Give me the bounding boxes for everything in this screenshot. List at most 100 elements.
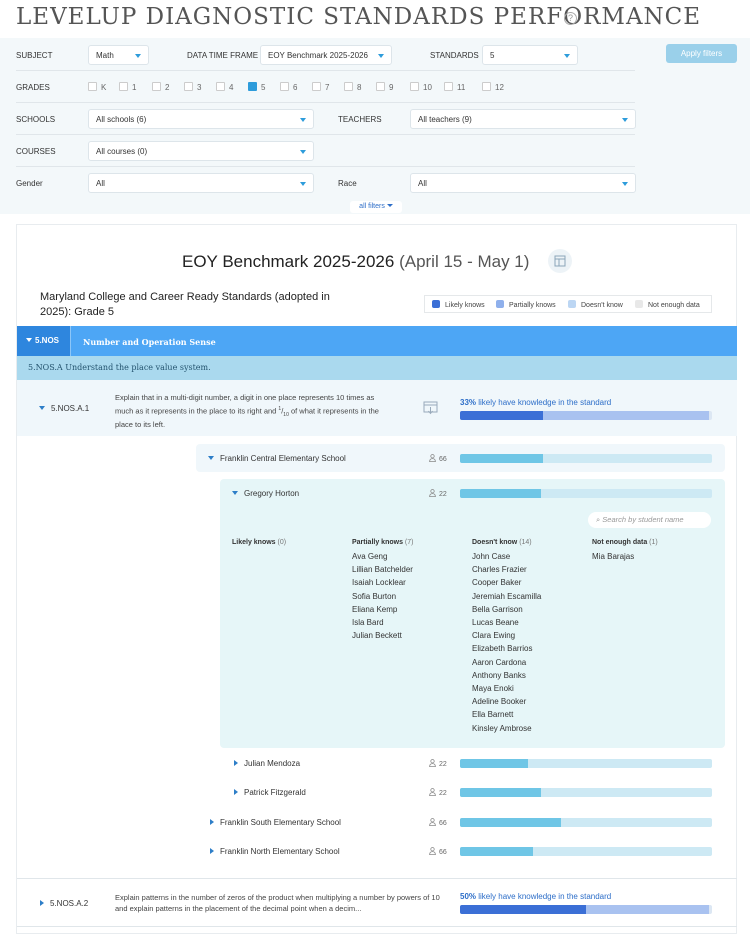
school-bar-fill — [460, 454, 544, 463]
student-name[interactable]: Cooper Baker — [472, 576, 541, 589]
chevron-right-icon — [40, 900, 44, 906]
student-name[interactable]: Jeremiah Escamilla — [472, 590, 541, 603]
checkbox-icon[interactable] — [344, 82, 353, 91]
schools-select[interactable]: All schools (6) — [88, 109, 314, 129]
student-search-input[interactable]: ⌕ Search by student name — [588, 512, 711, 528]
student-name[interactable]: Adeline Booker — [472, 695, 541, 708]
standard-code[interactable]: 5.NOS.A.1 — [39, 404, 89, 413]
likely-segment — [460, 411, 544, 420]
student-name[interactable]: Ava Geng — [352, 550, 413, 563]
teacher-bar-fill — [460, 489, 541, 498]
export-button[interactable] — [548, 249, 572, 273]
grade-checkbox-8[interactable]: 8 — [344, 82, 361, 92]
standard-description: Explain patterns in the number of zeros … — [115, 893, 440, 913]
teachers-select[interactable]: All teachers (9) — [410, 109, 636, 129]
divider — [16, 70, 635, 71]
grade-checkbox-9[interactable]: 9 — [376, 82, 393, 92]
student-count: 66 — [429, 454, 447, 463]
checkbox-icon[interactable] — [280, 82, 289, 91]
teacher-name[interactable]: Julian Mendoza — [234, 759, 300, 768]
student-name[interactable]: Elizabeth Barrios — [472, 642, 541, 655]
grade-checkbox-11[interactable]: 11 — [444, 82, 465, 92]
student-name[interactable]: Eliana Kemp — [352, 603, 413, 616]
teacher-name[interactable]: Gregory Horton — [232, 489, 299, 498]
help-icon[interactable]: ? — [564, 12, 577, 25]
domain-code[interactable]: 5.NOS — [17, 326, 71, 356]
standards-select[interactable]: 5 — [482, 45, 578, 65]
page-title: LEVELUP DIAGNOSTIC STANDARDS PERFORMANCE — [16, 4, 702, 30]
checkbox-icon[interactable] — [376, 82, 385, 91]
grade-checkbox-k[interactable]: K — [88, 82, 106, 92]
person-icon — [429, 847, 436, 855]
all-filters-toggle[interactable]: all filters — [350, 201, 402, 213]
checkbox-icon[interactable] — [444, 82, 453, 91]
school-name[interactable]: Franklin South Elementary School — [210, 818, 341, 827]
divider — [17, 878, 737, 879]
student-name[interactable]: Lucas Beane — [472, 616, 541, 629]
student-name[interactable]: Aaron Cardona — [472, 656, 541, 669]
grade-checkbox-12[interactable]: 12 — [482, 82, 504, 92]
download-table-icon[interactable] — [423, 401, 439, 415]
chevron-right-icon — [234, 760, 238, 766]
grade-label: 12 — [495, 83, 504, 92]
grade-label: 8 — [357, 83, 362, 92]
gender-select[interactable]: All — [88, 173, 314, 193]
grade-checkbox-7[interactable]: 7 — [312, 82, 329, 92]
race-select[interactable]: All — [410, 173, 636, 193]
standard-description: Explain that in a multi-digit number, a … — [115, 393, 379, 429]
student-name[interactable]: John Case — [472, 550, 541, 563]
domain-name: Number and Operation Sense — [83, 337, 216, 347]
student-name[interactable]: Kinsley Ambrose — [472, 722, 541, 735]
chevron-down-icon — [622, 118, 628, 122]
checkbox-icon[interactable] — [482, 82, 491, 91]
standard-code[interactable]: 5.NOS.A.2 — [40, 899, 88, 908]
person-icon — [429, 818, 436, 826]
student-count: 22 — [429, 759, 447, 768]
schools-label: SCHOOLS — [16, 115, 56, 124]
subject-select[interactable]: Math — [88, 45, 149, 65]
student-name[interactable]: Isaiah Locklear — [352, 576, 413, 589]
chevron-down-icon — [208, 456, 214, 460]
grade-checkbox-1[interactable]: 1 — [119, 82, 136, 92]
checkbox-icon[interactable] — [152, 82, 161, 91]
student-name[interactable]: Julian Beckett — [352, 629, 413, 642]
student-name[interactable]: Sofia Burton — [352, 590, 413, 603]
school-bar-fill — [460, 847, 534, 856]
apply-filters-button[interactable]: Apply filters — [666, 44, 737, 63]
teacher-name[interactable]: Patrick Fitzgerald — [234, 788, 306, 797]
student-name[interactable]: Isla Bard — [352, 616, 413, 629]
student-name[interactable]: Anthony Banks — [472, 669, 541, 682]
grade-checkbox-3[interactable]: 3 — [184, 82, 201, 92]
checkbox-icon[interactable] — [88, 82, 97, 91]
standard-bar-fill — [460, 905, 712, 914]
courses-select[interactable]: All courses (0) — [88, 141, 314, 161]
checkbox-icon[interactable] — [184, 82, 193, 91]
school-name[interactable]: Franklin North Elementary School — [210, 847, 340, 856]
student-name[interactable]: Maya Enoki — [472, 682, 541, 695]
partial-segment — [586, 905, 710, 914]
checkbox-icon[interactable] — [216, 82, 225, 91]
legend-swatch — [432, 300, 440, 308]
person-icon — [429, 489, 436, 497]
likely-segment — [460, 905, 586, 914]
grade-checkbox-6[interactable]: 6 — [280, 82, 297, 92]
grade-checkbox-2[interactable]: 2 — [152, 82, 169, 92]
school-name[interactable]: Franklin Central Elementary School — [208, 454, 346, 463]
grade-checkbox-5[interactable]: 5 — [248, 82, 265, 92]
student-name[interactable]: Ella Barnett — [472, 708, 541, 721]
checkbox-icon[interactable] — [119, 82, 128, 91]
grade-checkbox-4[interactable]: 4 — [216, 82, 233, 92]
student-name[interactable]: Bella Garrison — [472, 603, 541, 616]
grade-checkbox-10[interactable]: 10 — [410, 82, 432, 92]
checkbox-icon[interactable] — [312, 82, 321, 91]
chevron-down-icon — [26, 338, 32, 342]
time-frame-select[interactable]: EOY Benchmark 2025-2026 — [260, 45, 392, 65]
teacher-progress-bar — [460, 759, 712, 768]
student-name[interactable]: Lillian Batchelder — [352, 563, 413, 576]
student-name[interactable]: Mia Barajas — [592, 550, 634, 563]
checkbox-icon[interactable] — [410, 82, 419, 91]
student-name[interactable]: Clara Ewing — [472, 629, 541, 642]
student-name[interactable]: Charles Frazier — [472, 563, 541, 576]
checkbox-icon[interactable] — [248, 82, 257, 91]
legend-item-doesnt: Doesn't know — [568, 300, 623, 309]
